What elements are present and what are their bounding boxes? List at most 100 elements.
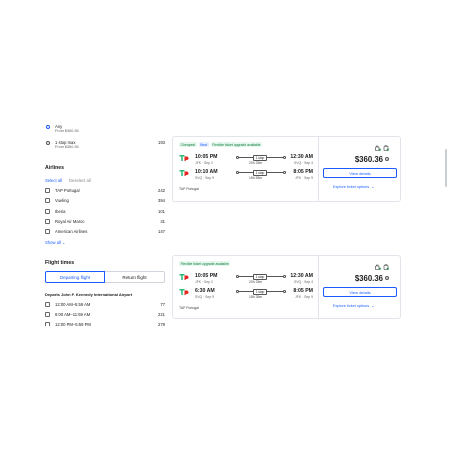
departure-airport-date: JFK · Sep 2 (195, 279, 213, 284)
badge-row: Flexible ticket upgrade available (179, 261, 231, 267)
arrival-time: 12:30 AM (290, 154, 313, 160)
stops-any-radio[interactable] (46, 125, 50, 129)
arrival-time: 8:05 PM (293, 288, 313, 294)
tab-return-flight[interactable]: Return flight (105, 271, 165, 283)
card-divider (318, 256, 319, 318)
explore-ticket-options-link[interactable]: Explore ticket options ⌄ (333, 303, 374, 308)
arrival-airport-date: SVQ · Sep 4 (293, 279, 313, 284)
time-range-count: 77 (160, 302, 165, 307)
baggage-amenities (375, 145, 389, 151)
flight-leg: 10:10 AM SVQ · Sep 91 stop 15h 55m 8:05 PM J… (179, 169, 315, 183)
time-checkbox[interactable] (45, 312, 50, 317)
airline-label: American Airlines (55, 229, 88, 235)
airline-count: 242 (158, 188, 165, 193)
select-all-link[interactable]: Select all (45, 178, 62, 183)
airline-label: TAP Portugal (55, 188, 80, 193)
chevron-down-icon: ⌄ (371, 185, 375, 189)
route-end-dot (283, 289, 286, 293)
operating-airline: TAP Portugal (179, 187, 199, 191)
airline-label: Vueling (55, 198, 69, 204)
tap-portugal-logo (179, 155, 189, 161)
total-price: $360.36 (354, 274, 383, 283)
departure-airport-date: SVQ · Sep 9 (195, 294, 215, 299)
route-start-dot (236, 289, 239, 293)
route-end-dot (283, 274, 286, 278)
time-checkbox[interactable] (45, 322, 50, 326)
view-details-button[interactable]: View details (323, 168, 397, 178)
tap-portugal-logo (179, 170, 189, 176)
flight-duration: 20h 25m (249, 160, 263, 165)
arrival-time: 12:30 AM (290, 273, 313, 279)
airline-checkbox[interactable] (45, 198, 50, 204)
result-badge: Flexible ticket upgrade available (210, 142, 263, 148)
departure-time: 10:05 PM (195, 154, 218, 160)
airline-count: 394 (158, 198, 165, 204)
chevron-down-icon: ⌄ (62, 240, 66, 245)
filter-sidebar: Any From $360.36 1 stop max From $360.36… (45, 123, 165, 326)
view-details-button[interactable]: View details (323, 287, 397, 297)
stops-1-price: From $360.36 (55, 145, 79, 149)
baggage-amenities (375, 264, 389, 270)
price-info-icon[interactable]: i (385, 276, 389, 280)
stops-1-option[interactable]: 1 stop max From $360.36 (55, 140, 79, 150)
total-price: $360.36 (354, 155, 383, 164)
departure-time: 6:30 AM (195, 288, 215, 294)
airline-count: 147 (158, 229, 165, 235)
flight-duration: 20h 25m (249, 279, 263, 284)
arrival-airport-date: JFK · Sep 9 (295, 294, 313, 299)
personal-item-bag-icon (375, 264, 381, 270)
departs-airport-label: Departs John F. Kennedy International Ai… (45, 292, 133, 297)
flight-times-heading: Flight times (45, 260, 75, 266)
stops-1-count: 193 (158, 140, 165, 145)
time-range-count: 221 (158, 312, 165, 317)
arrival-airport-date: SVQ · Sep 4 (293, 160, 313, 165)
flight-leg: 6:30 AM SVQ · Sep 91 stop 18h 35m 8:05 PM JF… (179, 288, 315, 302)
price-info-icon[interactable]: i (385, 157, 389, 161)
time-range-count: 279 (158, 322, 165, 326)
flight-result-card[interactable]: Cheapest Best Flexible ticket upgrade avai… (172, 136, 401, 202)
airlines-heading: Airlines (45, 165, 65, 171)
tab-departing-flight[interactable]: Departing flight (45, 271, 105, 283)
time-checkbox[interactable] (45, 302, 50, 307)
card-divider (318, 137, 319, 201)
show-all-airlines-link[interactable]: Show all ⌄ (45, 240, 66, 245)
badge-row: Cheapest Best Flexible ticket upgrade avai… (179, 142, 263, 148)
departure-time: 10:10 AM (195, 169, 218, 175)
explore-ticket-options-link[interactable]: Explore ticket options ⌄ (333, 184, 374, 189)
chevron-down-icon: ⌄ (371, 304, 375, 308)
route-end-dot (283, 170, 286, 174)
departure-airport-date: JFK · Sep 2 (195, 160, 213, 165)
route-end-dot (283, 155, 286, 159)
flight-result-card[interactable]: Flexible ticket upgrade available 10:05 … (172, 255, 401, 319)
airline-count: 31 (160, 218, 165, 224)
airline-label: Royal Air Maroc (55, 218, 85, 224)
result-badge: Cheapest (179, 142, 197, 148)
airline-checkbox[interactable] (45, 218, 50, 224)
arrival-airport-date: JFK · Sep 9 (295, 175, 313, 180)
result-badge: Best (198, 142, 209, 148)
carry-on-bag-icon (383, 145, 389, 151)
result-badge: Flexible ticket upgrade available (179, 261, 231, 267)
airline-count: 101 (158, 208, 165, 214)
route-start-dot (236, 170, 239, 174)
show-all-label: Show all (45, 240, 61, 245)
departure-airport-date: SVQ · Sep 9 (195, 175, 215, 180)
explore-label: Explore ticket options (333, 304, 370, 308)
stops-any-price: From $360.36 (55, 129, 79, 133)
airline-checkbox[interactable] (45, 208, 50, 214)
airline-checkbox[interactable] (45, 188, 50, 193)
flight-duration: 18h 35m (249, 294, 263, 299)
deselect-all-link[interactable]: Deselect all (69, 178, 91, 183)
stops-any-option[interactable]: Any From $360.36 (55, 124, 79, 134)
results-scrollbar[interactable] (445, 149, 447, 187)
airline-checkbox[interactable] (45, 229, 50, 235)
operating-airline: TAP Portugal (179, 306, 199, 310)
route-start-dot (236, 155, 239, 159)
time-range-label: 6:00 AM–11:59 AM (55, 312, 91, 317)
tap-portugal-logo (179, 289, 189, 295)
carry-on-bag-icon (383, 264, 389, 270)
stops-1-radio[interactable] (46, 141, 50, 145)
flight-search-viewport: Any From $360.36 1 stop max From $360.36… (0, 123, 450, 326)
time-range-label: 12:00 AM–5:59 AM (55, 302, 91, 307)
flight-duration: 15h 55m (249, 175, 263, 180)
